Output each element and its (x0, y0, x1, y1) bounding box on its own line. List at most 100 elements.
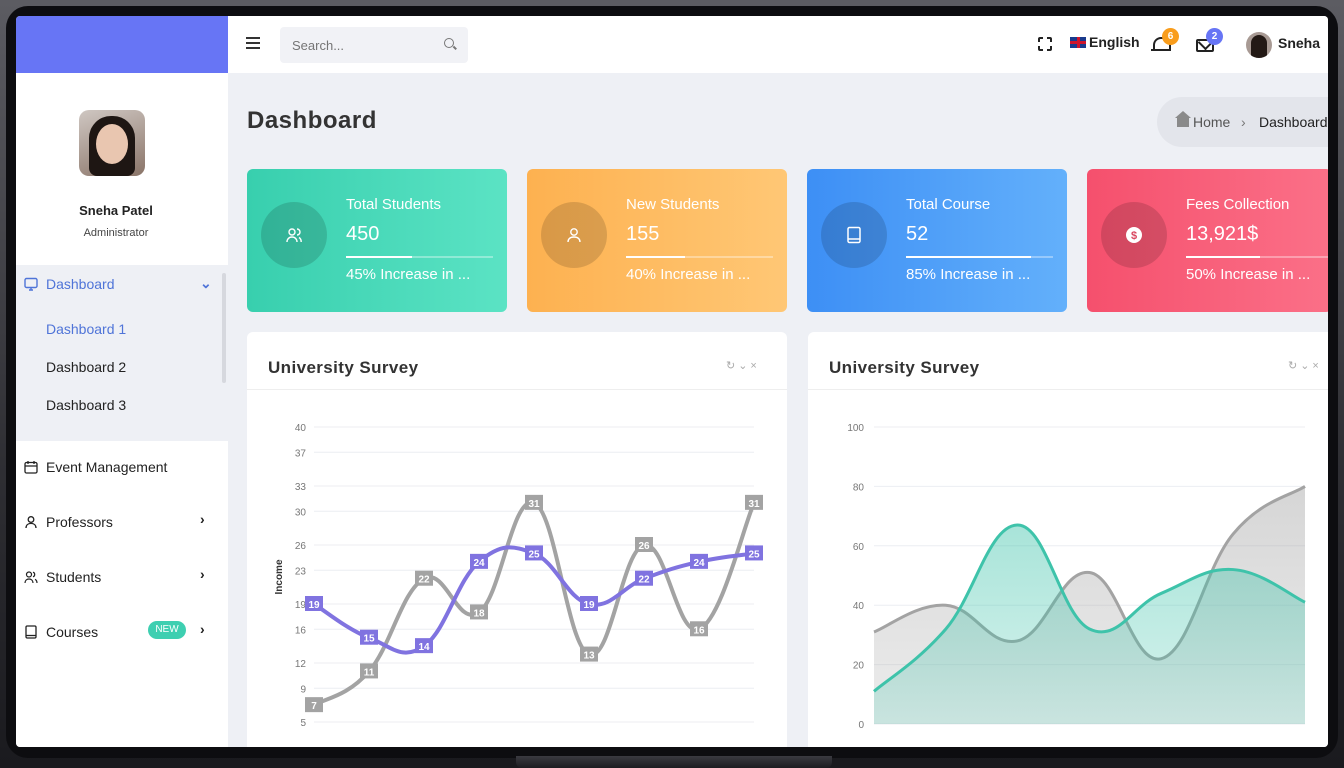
sidebar-item-courses[interactable]: Courses (24, 620, 98, 644)
stat-note: 85% Increase in ... (906, 266, 1031, 283)
y-axis-label: Income (274, 559, 285, 594)
profile-role: Administrator (83, 227, 149, 239)
stat-progress-bar (346, 256, 493, 258)
stat-card-total-course[interactable]: Total Course 52 85% Increase in ... (807, 169, 1067, 312)
top-header: English 6 2 Sneha (228, 16, 1328, 73)
device-frame: English 6 2 Sneha Sneha Patel Administra… (0, 0, 1344, 768)
data-label: 19 (583, 600, 595, 611)
breadcrumb-current: Dashboard (1259, 114, 1328, 130)
language-selector[interactable]: English (1089, 34, 1140, 50)
y-tick-label: 30 (295, 507, 307, 518)
y-tick-label: 20 (853, 661, 865, 672)
app-screen: English 6 2 Sneha Sneha Patel Administra… (16, 16, 1328, 747)
sidebar-subitem-dashboard-3[interactable]: Dashboard 3 (46, 397, 126, 413)
dollar-icon: $ (1101, 202, 1167, 268)
user-icon (25, 516, 37, 529)
page-title: Dashboard (247, 107, 377, 134)
sidebar-item-label: Courses (46, 624, 99, 640)
y-tick-label: 60 (853, 542, 865, 553)
menu-toggle-icon[interactable] (246, 37, 260, 49)
profile-avatar (79, 110, 145, 176)
data-label: 24 (473, 558, 485, 569)
stat-progress-bar (906, 256, 1053, 258)
chevron-right-icon[interactable]: › (200, 566, 205, 582)
stat-note: 50% Increase in ... (1186, 266, 1311, 283)
user-avatar[interactable] (1246, 32, 1272, 58)
y-tick-label: 9 (300, 684, 306, 695)
sidebar-item-label: Event Management (46, 459, 168, 475)
stat-label: Total Students (346, 196, 442, 213)
data-label: 25 (748, 549, 760, 560)
data-label: 31 (748, 499, 760, 510)
device-stand (516, 756, 832, 768)
y-tick-label: 0 (858, 720, 864, 731)
uk-flag-icon[interactable] (1070, 37, 1086, 48)
y-tick-label: 19 (295, 600, 307, 611)
chevron-right-icon[interactable]: › (200, 511, 205, 527)
y-tick-label: 16 (295, 625, 307, 636)
sidebar-subitem-dashboard-1[interactable]: Dashboard 1 (46, 321, 126, 337)
monitor-icon (24, 277, 38, 291)
svg-text:$: $ (1131, 230, 1137, 242)
search-icon[interactable] (444, 38, 454, 48)
users-icon (24, 571, 38, 584)
sidebar-item-dashboard[interactable]: Dashboard (24, 272, 115, 296)
brand-bar (16, 16, 228, 73)
chevron-down-icon[interactable]: ⌄ (200, 275, 212, 292)
survey-line-chart-card: University Survey ↻⌄× 5 9 12 16 19 23 26 30 33 37… (247, 332, 787, 747)
data-label: 22 (638, 575, 650, 586)
data-label: 16 (693, 625, 705, 636)
stat-progress-bar (626, 256, 773, 258)
book-icon (821, 202, 887, 268)
data-label: 14 (418, 642, 430, 653)
stat-value: 450 (346, 223, 380, 245)
calendar-icon (24, 461, 38, 474)
home-icon[interactable] (1175, 111, 1191, 127)
sidebar: Sneha Patel Administrator Dashboard ⌄ Da… (16, 73, 228, 747)
y-tick-label: 33 (295, 482, 307, 493)
data-label: 25 (528, 549, 540, 560)
sidebar-item-professors[interactable]: Professors (24, 510, 113, 534)
stat-label: Fees Collection (1186, 196, 1290, 213)
data-label: 24 (693, 558, 705, 569)
y-tick-label: 23 (295, 566, 307, 577)
sidebar-item-event-management[interactable]: Event Management (24, 455, 167, 479)
y-tick-label: 40 (295, 423, 307, 434)
data-label: 31 (528, 499, 540, 510)
sidebar-item-label: Dashboard (46, 276, 115, 292)
y-tick-label: 100 (847, 423, 864, 434)
sidebar-scrollbar[interactable] (222, 273, 226, 383)
y-tick-label: 40 (853, 601, 865, 612)
profile-name: Sneha Patel (79, 203, 153, 218)
sidebar-item-label: Students (46, 569, 102, 585)
chevron-right-icon[interactable]: › (200, 621, 205, 637)
stat-card-total-students[interactable]: Total Students 450 45% Increase in ... (247, 169, 507, 312)
data-label: 19 (308, 600, 320, 611)
user-icon (541, 202, 607, 268)
y-tick-label: 26 (295, 541, 307, 552)
new-badge: NEW (148, 621, 186, 639)
y-tick-label: 5 (300, 718, 306, 729)
series-line (312, 545, 755, 655)
y-tick-label: 37 (295, 448, 307, 459)
users-icon (261, 202, 327, 268)
stat-note: 45% Increase in ... (346, 266, 471, 283)
search-input[interactable] (280, 27, 468, 63)
breadcrumb: Home › Dashboard (1157, 97, 1328, 147)
fullscreen-icon[interactable] (1037, 36, 1053, 52)
stat-card-new-students[interactable]: New Students 155 40% Increase in ... (527, 169, 787, 312)
data-label: 7 (311, 701, 317, 712)
sidebar-item-students[interactable]: Students (24, 565, 101, 589)
y-tick-label: 80 (853, 482, 865, 493)
breadcrumb-home[interactable]: Home (1193, 114, 1230, 130)
survey-area-chart-card: University Survey ↻⌄× 020406080100JanFeb… (808, 332, 1328, 747)
stat-value: 52 (906, 223, 929, 245)
sidebar-item-label: Professors (46, 514, 113, 530)
data-label: 18 (473, 608, 485, 619)
sidebar-subitem-dashboard-2[interactable]: Dashboard 2 (46, 359, 126, 375)
user-menu[interactable]: Sneha (1278, 35, 1320, 51)
data-label: 26 (638, 541, 650, 552)
stat-card-fees-collection[interactable]: $ Fees Collection 13,921$ 50% Increase i… (1087, 169, 1328, 312)
stat-value: 155 (626, 223, 660, 245)
data-label: 13 (583, 651, 595, 662)
